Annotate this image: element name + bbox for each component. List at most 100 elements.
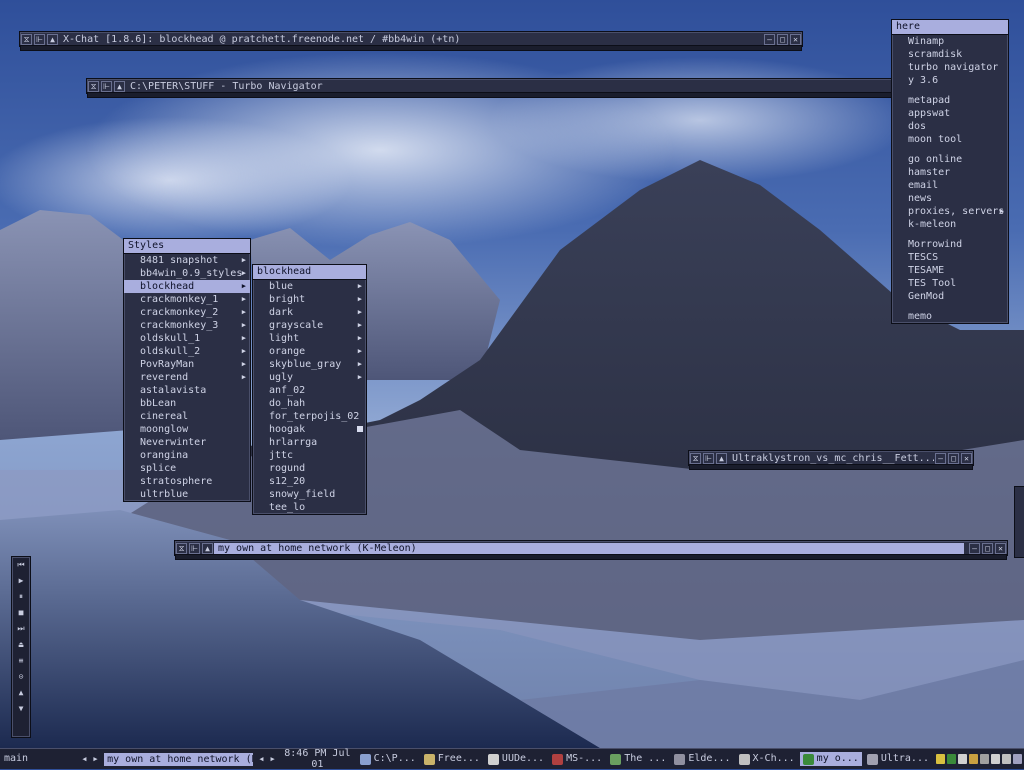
menu-item[interactable]: moonglow [124, 423, 250, 436]
tray-icon[interactable] [1013, 754, 1022, 764]
menu-item[interactable]: hoogak [253, 423, 366, 436]
menu-item[interactable]: jttc [253, 449, 366, 462]
window-pin-icon[interactable]: ⊩ [34, 33, 45, 45]
menu-item[interactable]: tee_lo [253, 501, 366, 514]
blockhead-submenu[interactable]: blockhead blue ▶ bright ▶ dark ▶ grayscale ▶ lig… [252, 264, 367, 515]
window-shade-icon[interactable]: ⧖ [88, 80, 99, 92]
menu-item[interactable]: bbLean [124, 397, 250, 410]
menu-item[interactable]: email [892, 179, 1008, 192]
window-shade-icon[interactable]: ⧖ [176, 542, 187, 554]
close-icon[interactable]: ✕ [995, 542, 1006, 554]
menu-item[interactable]: snowy_field [253, 488, 366, 501]
styles-menu[interactable]: Styles 8481 snapshot ▶ bb4win_0.9_styles ▶ b… [123, 238, 251, 502]
window-handle[interactable] [87, 92, 943, 98]
taskbar-button[interactable]: Free... [421, 752, 483, 766]
taskbar-button[interactable]: my o... [799, 752, 862, 766]
minimize-icon[interactable]: – [969, 542, 980, 554]
menu-item[interactable]: rogund [253, 462, 366, 475]
menu-item[interactable]: do_hah [253, 397, 366, 410]
turbo-navigator-window-titlebar[interactable]: ⧖ ⊩ ▲ C:\PETER\STUFF - Turbo Navigator –… [86, 78, 944, 98]
workspace-name[interactable]: main [0, 752, 79, 766]
window-handle[interactable] [689, 464, 973, 470]
playlist-icon[interactable]: ≡ [12, 653, 30, 669]
kmeleon-window-titlebar[interactable]: ⧖ ⊩ ▲ my own at home network (K-Meleon) … [174, 540, 1008, 560]
menu-item[interactable]: skyblue_gray ▶ [253, 358, 366, 371]
maximize-icon[interactable]: □ [948, 452, 959, 464]
stop-icon[interactable]: ■ [12, 605, 30, 621]
window-handle[interactable] [175, 554, 1007, 560]
menu-item[interactable]: dark ▶ [253, 306, 366, 319]
window-pin-icon[interactable]: ⊩ [189, 542, 200, 554]
taskbar-button[interactable]: Elde... [671, 752, 733, 766]
taskbar-button[interactable]: C:\P... [357, 752, 419, 766]
menu-item[interactable]: s12_20 [253, 475, 366, 488]
prev-icon[interactable]: ⏮ [12, 557, 30, 573]
window-next-icon[interactable]: ▶ [267, 752, 278, 766]
menu-item[interactable]: stratosphere [124, 475, 250, 488]
tray-icon[interactable] [1002, 754, 1011, 764]
workspace-prev-icon[interactable]: ◀ [79, 752, 90, 766]
window-pin-icon[interactable]: ⊩ [703, 452, 714, 464]
menu-item[interactable]: reverend ▶ [124, 371, 250, 384]
window-raise-icon[interactable]: ▲ [716, 452, 727, 464]
close-icon[interactable]: ✕ [790, 33, 801, 45]
close-icon[interactable]: ✕ [961, 452, 972, 464]
window-pin-icon[interactable]: ⊩ [101, 80, 112, 92]
menu-item[interactable]: splice [124, 462, 250, 475]
menu-item[interactable]: Neverwinter [124, 436, 250, 449]
play-icon[interactable]: ▶ [12, 573, 30, 589]
menu-item[interactable]: for_terpojis_02 [253, 410, 366, 423]
menu-item[interactable]: anf_02 [253, 384, 366, 397]
menu-item[interactable]: Winamp [892, 35, 1008, 48]
menu-item[interactable]: scramdisk [892, 48, 1008, 61]
media-control-bar[interactable]: ⏮ ▶ ⏸ ■ ⏭ ⏏ ≡ ⊙ ▲ ▼ [11, 556, 31, 738]
options-icon[interactable]: ⊙ [12, 669, 30, 685]
menu-item[interactable]: crackmonkey_1 ▶ [124, 293, 250, 306]
menu-item[interactable]: oldskull_1 ▶ [124, 332, 250, 345]
here-menu[interactable]: here Winamp scramdisk turbo navigator y 3.6… [891, 19, 1009, 324]
tray-icon[interactable] [969, 754, 978, 764]
menu-item[interactable]: ultrblue [124, 488, 250, 501]
taskbar-button[interactable]: MS-... [549, 752, 605, 766]
menu-item[interactable]: blue ▶ [253, 280, 366, 293]
menu-item[interactable]: TES Tool [892, 277, 1008, 290]
offscreen-window-edge[interactable] [1014, 486, 1024, 558]
tray-icon[interactable] [947, 754, 956, 764]
menu-item[interactable]: ugly ▶ [253, 371, 366, 384]
menu-item[interactable]: cinereal [124, 410, 250, 423]
workspace-next-icon[interactable]: ▶ [90, 752, 101, 766]
taskbar-button[interactable]: Ultra... [864, 752, 932, 766]
menu-item[interactable]: appswat [892, 107, 1008, 120]
ultraklystron-window-titlebar[interactable]: ⧖ ⊩ ▲ Ultraklystron_vs_mc_chris__Fett...… [688, 450, 974, 470]
menu-item[interactable]: memo [892, 310, 1008, 323]
menu-item[interactable]: proxies, servers ▶ [892, 205, 1008, 218]
menu-item[interactable]: crackmonkey_3 ▶ [124, 319, 250, 332]
window-shade-icon[interactable]: ⧖ [21, 33, 32, 45]
menu-item[interactable]: news [892, 192, 1008, 205]
tray-icon[interactable] [936, 754, 945, 764]
menu-item[interactable]: hrlarrga [253, 436, 366, 449]
maximize-icon[interactable]: □ [982, 542, 993, 554]
menu-item[interactable]: orangina [124, 449, 250, 462]
window-raise-icon[interactable]: ▲ [114, 80, 125, 92]
maximize-icon[interactable]: □ [777, 33, 788, 45]
volume-down-icon[interactable]: ▼ [12, 701, 30, 717]
menu-item[interactable]: crackmonkey_2 ▶ [124, 306, 250, 319]
menu-item[interactable]: GenMod [892, 290, 1008, 303]
menu-item[interactable]: y 3.6 [892, 74, 1008, 87]
taskbar-button[interactable]: UUDe... [485, 752, 547, 766]
tray-icon[interactable] [991, 754, 1000, 764]
menu-item[interactable]: k-meleon [892, 218, 1008, 231]
menu-item[interactable]: Morrowind [892, 238, 1008, 251]
next-icon[interactable]: ⏭ [12, 621, 30, 637]
menu-item[interactable]: oldskull_2 ▶ [124, 345, 250, 358]
window-raise-icon[interactable]: ▲ [202, 542, 213, 554]
window-handle[interactable] [20, 45, 802, 51]
menu-item[interactable]: metapad [892, 94, 1008, 107]
window-prev-icon[interactable]: ◀ [256, 752, 267, 766]
menu-item[interactable]: hamster [892, 166, 1008, 179]
minimize-icon[interactable]: – [764, 33, 775, 45]
focused-window-label[interactable]: my own at home network (K-... [104, 752, 253, 766]
xchat-window-titlebar[interactable]: ⧖ ⊩ ▲ X-Chat [1.8.6]: blockhead @ pratch… [19, 31, 803, 51]
menu-item[interactable]: grayscale ▶ [253, 319, 366, 332]
